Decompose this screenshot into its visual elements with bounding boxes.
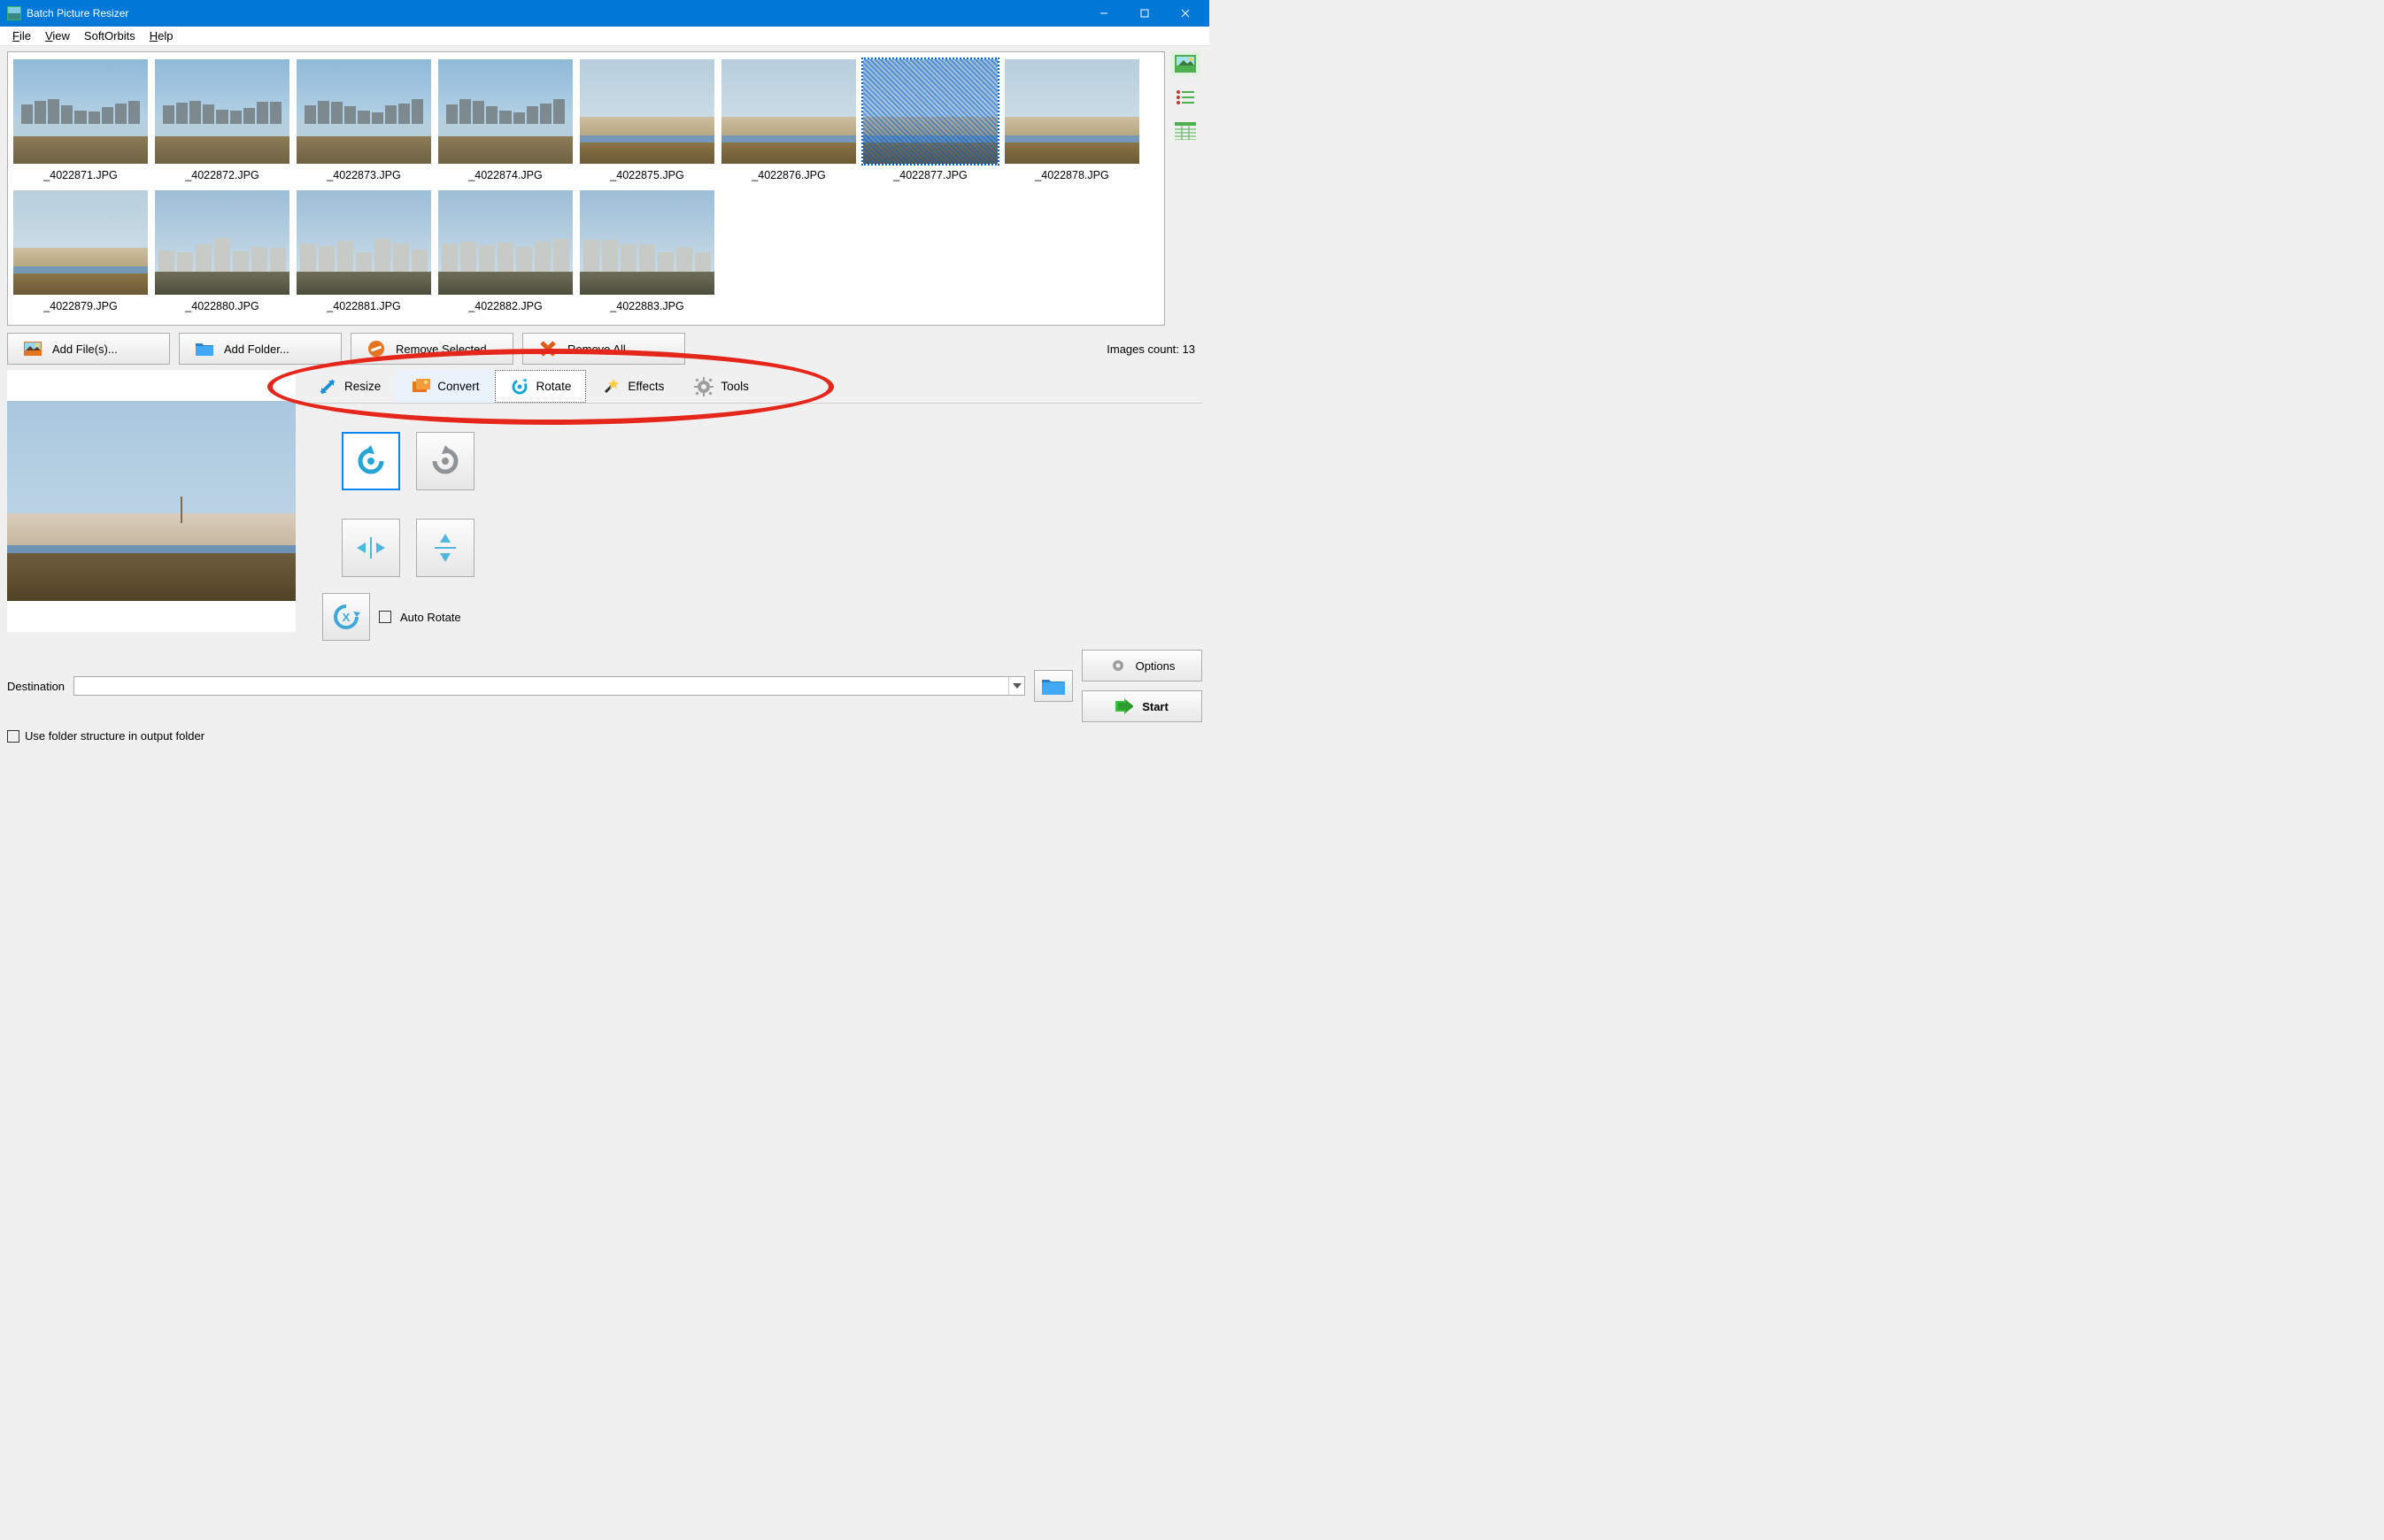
thumbnail-label: _4022873.JPG [297, 169, 431, 181]
remove-all-button[interactable]: Remove All [522, 333, 685, 365]
remove-selected-button[interactable]: Remove Selected [351, 333, 513, 365]
window-controls [1084, 0, 1206, 27]
thumbnail-label: _4022882.JPG [438, 300, 573, 312]
add-folder-button[interactable]: Add Folder... [179, 333, 342, 365]
view-thumbnails-button[interactable] [1170, 51, 1200, 76]
options-button[interactable]: Options [1082, 650, 1202, 681]
auto-rotate-button[interactable]: X [322, 593, 370, 641]
thumbnail-label: _4022878.JPG [1005, 169, 1139, 181]
menu-softorbits[interactable]: SoftOrbits [77, 27, 143, 44]
window-titlebar: Batch Picture Resizer [0, 0, 1209, 27]
remove-selected-label: Remove Selected [396, 343, 487, 356]
thumbnail-label: _4022883.JPG [580, 300, 714, 312]
thumbnail-item[interactable]: _4022880.JPG [155, 190, 289, 312]
close-button[interactable] [1165, 0, 1206, 27]
start-button[interactable]: Start [1082, 690, 1202, 722]
wand-icon [601, 377, 621, 397]
thumbnail-label: _4022871.JPG [13, 169, 148, 181]
maximize-button[interactable] [1124, 0, 1165, 27]
rotate-icon [510, 377, 529, 397]
tab-rotate[interactable]: Rotate [495, 370, 587, 403]
gear-icon [694, 377, 714, 397]
destination-combobox[interactable] [73, 676, 1025, 696]
remove-all-icon [539, 340, 557, 358]
view-switcher [1170, 51, 1202, 326]
flip-horizontal-button[interactable] [342, 519, 400, 577]
view-list-button[interactable] [1170, 85, 1200, 110]
remove-icon [367, 340, 385, 358]
svg-text:X: X [343, 611, 351, 624]
window-title: Batch Picture Resizer [27, 7, 1084, 19]
thumbnail-item[interactable]: _4022873.JPG [297, 59, 431, 181]
thumbnail-item[interactable]: _4022875.JPG [580, 59, 714, 181]
tab-convert[interactable]: Convert [396, 370, 494, 403]
remove-all-label: Remove All [567, 343, 626, 356]
preview-panel [7, 370, 296, 632]
rotate-left-button[interactable] [342, 432, 400, 490]
view-details-button[interactable] [1170, 119, 1200, 143]
destination-row: Destination Options Start [7, 650, 1202, 722]
action-bar: Add File(s)... Add Folder... Remove Sele… [7, 333, 1202, 365]
flip-vertical-button[interactable] [416, 519, 474, 577]
folder-icon [196, 340, 213, 358]
chevron-down-icon[interactable] [1008, 677, 1024, 695]
photo-icon [24, 340, 42, 358]
thumbnail-item[interactable]: _4022882.JPG [438, 190, 573, 312]
tab-strip: Resize Convert Rotate Effects [303, 370, 1202, 404]
start-arrow-icon [1115, 697, 1133, 715]
thumbnail-label: _4022872.JPG [155, 169, 289, 181]
tab-resize[interactable]: Resize [303, 370, 396, 403]
thumbnail-label: _4022879.JPG [13, 300, 148, 312]
thumbnail-item[interactable]: _4022881.JPG [297, 190, 431, 312]
add-folder-label: Add Folder... [224, 343, 289, 356]
use-folder-structure-label: Use folder structure in output folder [25, 729, 204, 743]
gear-icon [1109, 657, 1127, 674]
preview-image [7, 401, 296, 601]
add-files-button[interactable]: Add File(s)... [7, 333, 170, 365]
thumbnail-label: _4022880.JPG [155, 300, 289, 312]
thumbnail-label: _4022875.JPG [580, 169, 714, 181]
tab-effects[interactable]: Effects [586, 370, 679, 403]
thumbnail-label: _4022877.JPG [863, 169, 998, 181]
thumbnail-item[interactable]: _4022874.JPG [438, 59, 573, 181]
thumbnail-item[interactable]: _4022879.JPG [13, 190, 148, 312]
thumbnail-item[interactable]: _4022883.JPG [580, 190, 714, 312]
tab-tools[interactable]: Tools [679, 370, 764, 403]
auto-rotate-checkbox[interactable] [379, 611, 391, 623]
menu-bar: File View SoftOrbits Help [0, 27, 1209, 46]
thumbnail-panel[interactable]: _4022871.JPG _4022872.JPG _4022873.JPG _402… [7, 51, 1165, 326]
thumbnail-item[interactable]: _4022871.JPG [13, 59, 148, 181]
convert-icon [411, 377, 430, 397]
thumbnail-item[interactable]: _4022872.JPG [155, 59, 289, 181]
thumbnail-item[interactable]: _4022876.JPG [721, 59, 856, 181]
tabs-panel: Resize Convert Rotate Effects [303, 370, 1202, 641]
auto-rotate-label: Auto Rotate [400, 611, 461, 624]
thumbnail-item[interactable]: _4022877.JPG [863, 59, 998, 181]
menu-file[interactable]: File [5, 27, 38, 44]
minimize-button[interactable] [1084, 0, 1124, 27]
resize-icon [318, 377, 337, 397]
add-files-label: Add File(s)... [52, 343, 118, 356]
destination-label: Destination [7, 680, 65, 693]
use-folder-structure-checkbox[interactable] [7, 730, 19, 743]
thumbnail-label: _4022876.JPG [721, 169, 856, 181]
thumbnail-label: _4022881.JPG [297, 300, 431, 312]
images-count: Images count: 13 [1107, 343, 1202, 356]
thumbnail-label: _4022874.JPG [438, 169, 573, 181]
menu-view[interactable]: View [38, 27, 77, 44]
browse-folder-button[interactable] [1034, 670, 1073, 702]
rotate-right-button[interactable] [416, 432, 474, 490]
app-icon [7, 6, 21, 20]
menu-help[interactable]: Help [143, 27, 181, 44]
thumbnail-item[interactable]: _4022878.JPG [1005, 59, 1139, 181]
